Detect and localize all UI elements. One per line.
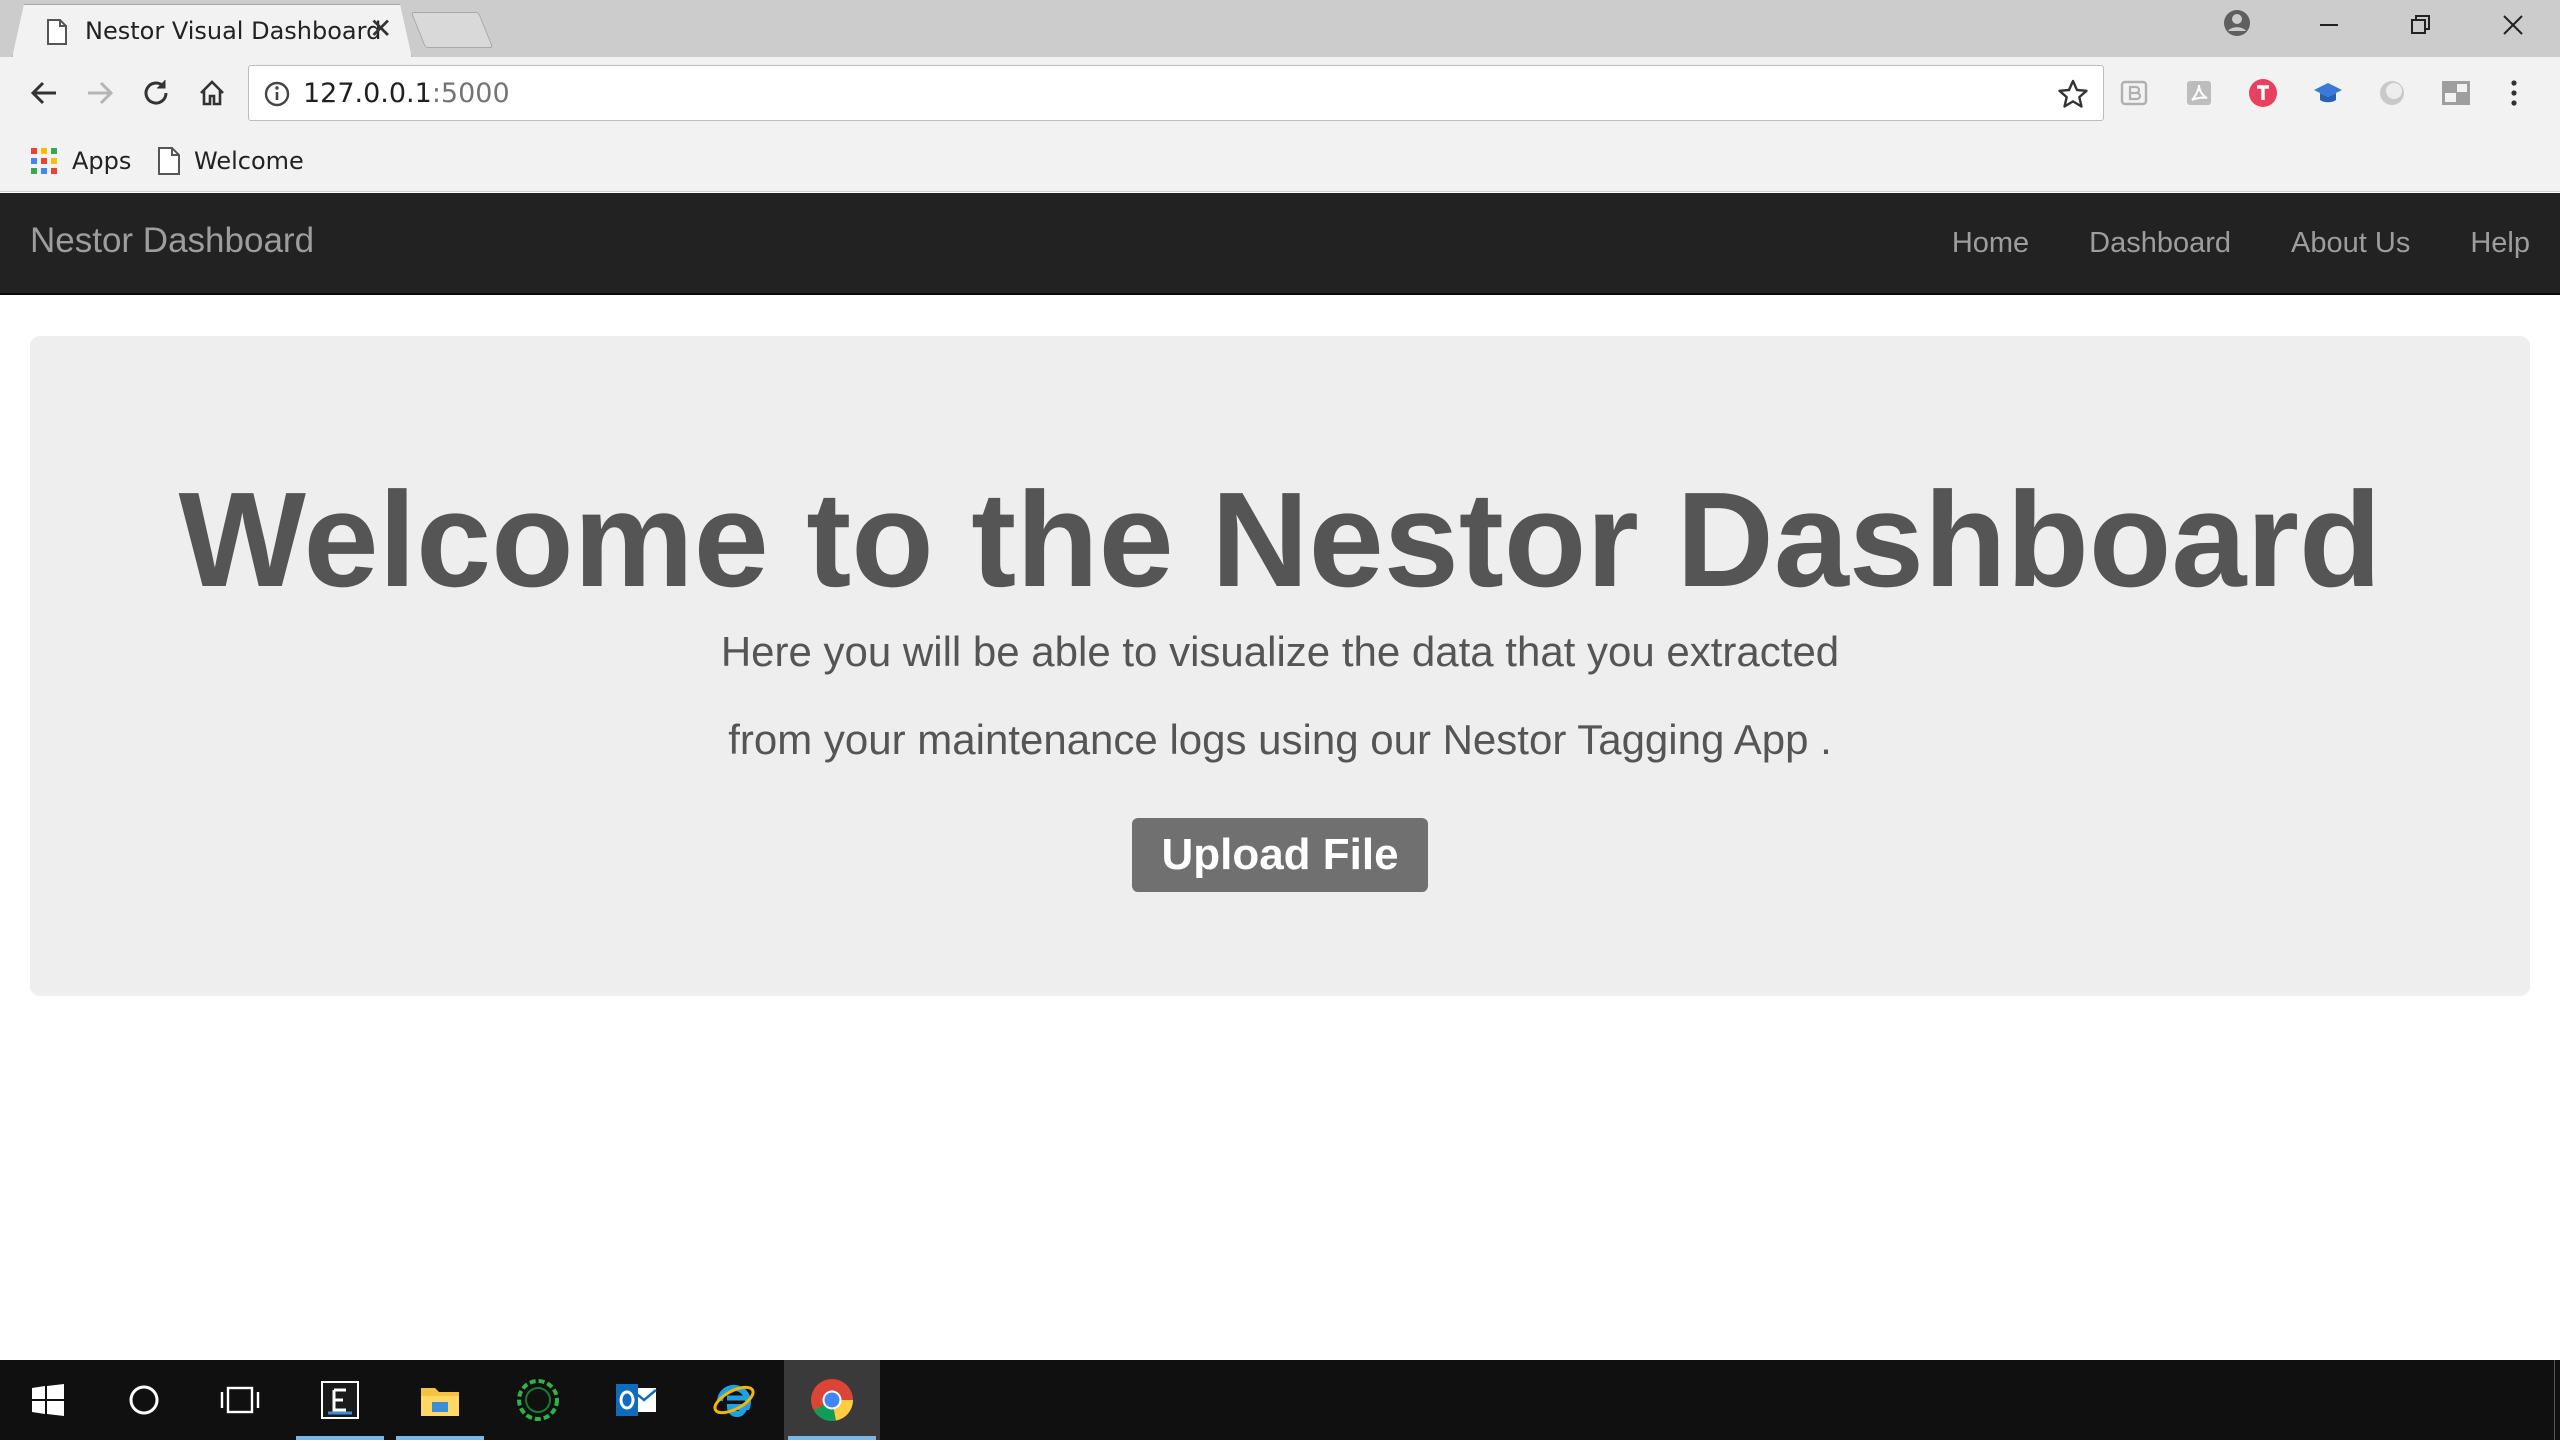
window-extension-icon xyxy=(2442,81,2470,105)
minimize-button[interactable] xyxy=(2284,0,2374,50)
close-window-button[interactable] xyxy=(2468,0,2558,50)
bookmark-apps[interactable]: Apps xyxy=(30,142,131,180)
nav-links: Home Dashboard About Us Help xyxy=(1922,193,2560,293)
minimize-icon xyxy=(2320,24,2338,26)
bookmark-apps-label: Apps xyxy=(72,147,132,175)
file-explorer-icon xyxy=(421,1388,459,1416)
b-extension-icon xyxy=(2120,80,2148,106)
start-button[interactable] xyxy=(0,1360,96,1440)
cap-extension-icon xyxy=(2314,83,2342,103)
internet-explorer-icon xyxy=(713,1384,755,1417)
tab-close-icon[interactable]: ✕ xyxy=(369,15,392,43)
url-host: 127.0.0.1 xyxy=(303,78,432,109)
new-tab-button[interactable] xyxy=(410,12,494,48)
cortana-search-icon xyxy=(129,1385,159,1415)
bookmark-welcome-label: Welcome xyxy=(194,147,304,175)
intro-line-1: Here you will be able to visualize the d… xyxy=(720,628,1840,675)
profile-icon[interactable] xyxy=(2222,8,2252,38)
kebab-menu-icon xyxy=(2511,80,2517,106)
nav-link-help[interactable]: Help xyxy=(2440,193,2560,293)
task-view-button[interactable] xyxy=(192,1360,288,1440)
upload-file-button[interactable]: Upload File xyxy=(1132,818,1428,892)
browser-toolbar: 127.0.0.1:5000 xyxy=(0,57,2560,130)
back-button[interactable] xyxy=(22,71,66,115)
cap-extension-button[interactable] xyxy=(2310,75,2346,111)
circle-extension-icon xyxy=(2380,81,2404,105)
menu-button[interactable] xyxy=(2496,75,2532,111)
editor-app-button[interactable] xyxy=(292,1360,388,1440)
nav-link-home[interactable]: Home xyxy=(1922,193,2059,293)
circle-extension-button[interactable] xyxy=(2374,75,2410,111)
home-icon xyxy=(200,80,224,106)
address-bar[interactable]: 127.0.0.1:5000 xyxy=(248,65,2104,121)
bookmark-welcome[interactable]: Welcome xyxy=(158,142,304,180)
task-view-icon xyxy=(220,1386,260,1414)
home-button[interactable] xyxy=(190,71,234,115)
windows-start-icon xyxy=(32,1384,64,1416)
restore-button[interactable] xyxy=(2376,0,2466,50)
t-extension-button[interactable] xyxy=(2245,75,2281,111)
tab-title: Nestor Visual Dashboard xyxy=(85,17,382,45)
file-explorer-button[interactable] xyxy=(392,1360,488,1440)
b-extension-button[interactable] xyxy=(2116,75,2152,111)
show-desktop-button[interactable] xyxy=(2554,1360,2560,1440)
window-extension-button[interactable] xyxy=(2438,75,2474,111)
tab-strip: Nestor Visual Dashboard ✕ xyxy=(0,0,2560,58)
page-icon xyxy=(158,147,180,175)
pdf-extension-icon xyxy=(2187,81,2211,105)
forward-arrow-icon xyxy=(88,81,114,105)
forward-button[interactable] xyxy=(78,71,122,115)
intro-line-2: from your maintenance logs using our Nes… xyxy=(728,716,1832,763)
nav-link-dashboard[interactable]: Dashboard xyxy=(2059,193,2261,293)
t-extension-icon xyxy=(2249,79,2277,107)
site-navbar: Nestor Dashboard Home Dashboard About Us… xyxy=(0,193,2560,295)
cortana-button[interactable] xyxy=(96,1360,192,1440)
navbar-brand[interactable]: Nestor Dashboard xyxy=(30,221,314,261)
outlook-icon xyxy=(616,1384,657,1416)
outlook-button[interactable] xyxy=(588,1360,684,1440)
loader-app-icon xyxy=(517,1379,559,1421)
chrome-button[interactable] xyxy=(784,1360,880,1440)
bookmarks-bar: Apps Welcome xyxy=(0,130,2560,192)
reload-icon xyxy=(144,80,168,105)
apps-grid-icon xyxy=(31,148,57,174)
windows-taskbar xyxy=(0,1360,2560,1440)
page-title: Welcome to the Nestor Dashboard xyxy=(178,464,2382,615)
bookmark-star-icon[interactable] xyxy=(2057,78,2089,110)
back-arrow-icon xyxy=(30,81,56,105)
reload-button[interactable] xyxy=(134,71,178,115)
pdf-extension-button[interactable] xyxy=(2181,75,2217,111)
editor-app-icon xyxy=(321,1381,359,1419)
welcome-jumbotron: Welcome to the Nestor Dashboard Here you… xyxy=(30,336,2530,996)
url-text: 127.0.0.1:5000 xyxy=(303,78,510,109)
nav-link-about-us[interactable]: About Us xyxy=(2261,193,2440,293)
loader-app-button[interactable] xyxy=(490,1360,586,1440)
info-icon[interactable] xyxy=(263,80,291,108)
close-icon xyxy=(2503,15,2523,35)
restore-icon xyxy=(2411,15,2430,34)
chrome-icon xyxy=(811,1379,853,1421)
internet-explorer-button[interactable] xyxy=(686,1360,782,1440)
page-icon xyxy=(47,19,67,45)
browser-tab[interactable]: Nestor Visual Dashboard ✕ xyxy=(12,4,412,58)
url-port: :5000 xyxy=(431,78,510,109)
